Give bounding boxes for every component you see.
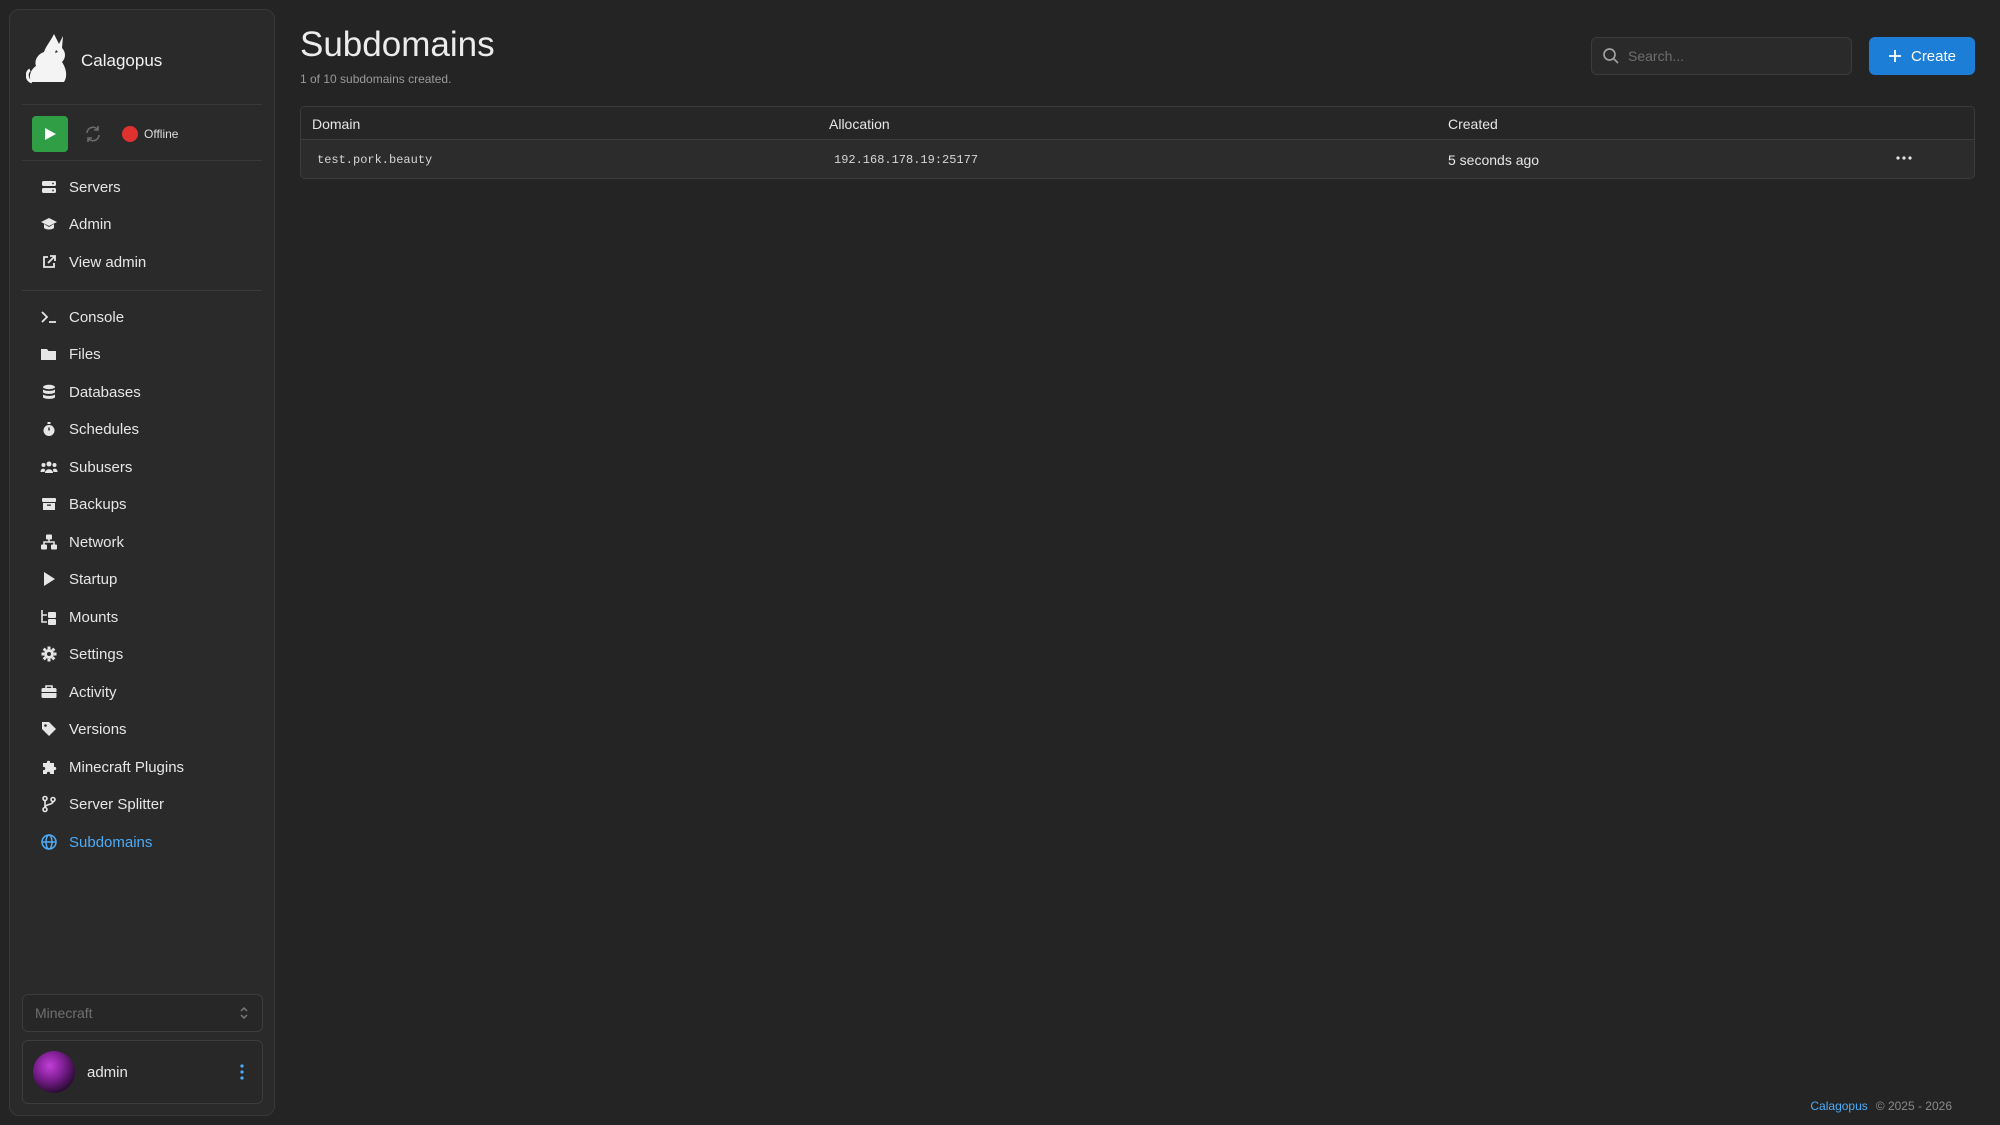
nav-item-server-splitter[interactable]: Server Splitter: [40, 790, 270, 818]
nav-label: Server Splitter: [69, 795, 165, 813]
footer-copyright: © 2025 - 2026: [1875, 1099, 1952, 1113]
nav-item-databases[interactable]: Databases: [40, 378, 270, 406]
page-subtitle: 1 of 10 subdomains created.: [300, 72, 452, 86]
nav-item-backups[interactable]: Backups: [40, 490, 270, 518]
nav-item-versions[interactable]: Versions: [40, 715, 270, 743]
server-select-value: Minecraft: [35, 1005, 93, 1021]
restart-button[interactable]: [78, 119, 108, 149]
servers-icon: [42, 181, 56, 193]
app-name: Calagopus: [81, 51, 163, 70]
nav-label: Admin: [69, 215, 112, 233]
nav-label: Mounts: [69, 608, 119, 626]
sidebar: Calagopus Offline Servers Admin View adm…: [9, 9, 275, 1116]
nav-label: Schedules: [69, 420, 140, 438]
nav-item-mounts[interactable]: Mounts: [40, 603, 270, 631]
server-select[interactable]: Minecraft: [22, 994, 263, 1032]
divider: [22, 104, 262, 105]
nav-item-network[interactable]: Network: [40, 528, 270, 556]
play-icon: [44, 572, 55, 586]
refresh-icon: [86, 126, 100, 142]
cell-domain: test.pork.beauty: [317, 153, 433, 167]
search-icon: [1603, 48, 1619, 64]
column-header-domain: Domain: [312, 116, 361, 132]
briefcase-icon: [41, 685, 57, 698]
status-dot: [122, 126, 138, 142]
subdomains-table: Domain Allocation Created test.pork.beau…: [300, 106, 1975, 179]
nav-label: Files: [69, 345, 101, 363]
nav-label: Databases: [69, 383, 141, 401]
create-button-label: Create: [1910, 47, 1957, 65]
folder-tree-icon: [41, 610, 56, 625]
stopwatch-icon: [43, 422, 55, 436]
nav-label: Servers: [69, 178, 121, 196]
create-button[interactable]: Create: [1869, 37, 1975, 75]
plus-icon: [1888, 50, 1901, 62]
code-branch-icon: [42, 795, 56, 813]
user-menu: admin: [22, 1040, 263, 1104]
row-actions-button[interactable]: [1891, 148, 1917, 168]
nav-item-admin[interactable]: Admin: [40, 210, 270, 238]
cell-created: 5 seconds ago: [1448, 152, 1540, 168]
nav-item-minecraft-plugins[interactable]: Minecraft Plugins: [40, 753, 270, 781]
divider: [22, 160, 262, 161]
play-icon: [45, 128, 56, 140]
start-button[interactable]: [32, 116, 68, 152]
puzzle-icon: [43, 760, 57, 774]
nav-label: Network: [69, 533, 125, 551]
column-header-created: Created: [1448, 116, 1498, 132]
terminal-icon: [41, 311, 56, 323]
nav-label: Versions: [69, 720, 127, 738]
nav-label: Settings: [69, 645, 124, 663]
footer: Calagopus © 2025 - 2026: [1810, 1099, 1952, 1113]
status-text: Offline: [144, 127, 179, 141]
table-row[interactable]: test.pork.beauty 192.168.178.19:25177 5 …: [301, 140, 1974, 178]
search-input[interactable]: [1628, 48, 1838, 64]
nav-item-activity[interactable]: Activity: [40, 678, 270, 706]
divider: [22, 290, 262, 291]
brand[interactable]: Calagopus: [26, 32, 162, 84]
nav-label: Activity: [69, 683, 117, 701]
gear-icon: [41, 646, 57, 662]
power-controls: Offline: [32, 116, 178, 152]
user-name: admin: [87, 1063, 128, 1081]
tag-icon: [42, 722, 56, 736]
database-icon: [43, 384, 55, 399]
chevron-up-down-icon: [240, 1006, 248, 1020]
nav-item-subdomains[interactable]: Subdomains: [40, 828, 270, 856]
nav-label: Subusers: [69, 458, 133, 476]
nav-label: Backups: [69, 495, 127, 513]
avatar[interactable]: [33, 1051, 75, 1093]
nav-item-files[interactable]: Files: [40, 340, 270, 368]
nav-item-settings[interactable]: Settings: [40, 640, 270, 668]
user-menu-button[interactable]: [232, 1057, 252, 1087]
nav-label: Startup: [69, 570, 118, 588]
nav-item-subusers[interactable]: Subusers: [40, 453, 270, 481]
nav-label: View admin: [69, 253, 147, 271]
nav-label: Subdomains: [69, 833, 153, 851]
globe-icon: [41, 834, 57, 850]
cell-allocation: 192.168.178.19:25177: [834, 153, 979, 167]
archive-icon: [42, 498, 56, 510]
nav-label: Console: [69, 308, 125, 326]
server-status: Offline: [122, 126, 178, 142]
horizontal-dots-icon: [1896, 156, 1912, 160]
nav-item-schedules[interactable]: Schedules: [40, 415, 270, 443]
nav-label: Minecraft Plugins: [69, 758, 185, 776]
users-icon: [40, 461, 58, 473]
column-header-allocation: Allocation: [829, 116, 890, 132]
external-link-icon: [43, 255, 56, 268]
fox-logo-icon: [26, 34, 67, 84]
nav-item-console[interactable]: Console: [40, 303, 270, 331]
network-icon: [41, 534, 57, 550]
nav-item-servers[interactable]: Servers: [40, 173, 270, 201]
table-header: Domain Allocation Created: [301, 107, 1974, 140]
nav-item-view-admin[interactable]: View admin: [40, 248, 270, 276]
vertical-dots-icon: [240, 1064, 244, 1080]
search-box: [1591, 37, 1852, 75]
folder-icon: [41, 349, 56, 360]
footer-link[interactable]: Calagopus: [1810, 1099, 1867, 1113]
graduation-cap-icon: [41, 218, 57, 230]
nav-item-startup[interactable]: Startup: [40, 565, 270, 593]
page-title: Subdomains: [300, 25, 495, 64]
